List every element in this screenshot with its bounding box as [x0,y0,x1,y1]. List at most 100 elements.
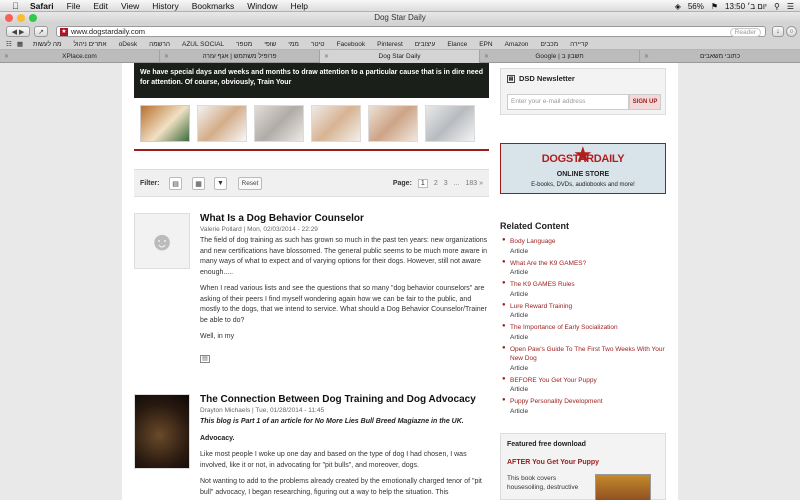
menu-bookmarks[interactable]: Bookmarks [192,1,235,11]
flag-icon[interactable]: ⚑ [711,2,718,11]
related-link[interactable]: Puppy Personality Development [510,397,666,407]
bookmark-button[interactable]: ○ [786,26,797,37]
related-kind: Article [510,364,529,372]
book-cover-image[interactable] [595,474,651,500]
related-link[interactable]: BEFORE You Get Your Puppy [510,376,666,386]
image-filter-icon[interactable]: ▤ [169,177,182,190]
bookmark-item[interactable]: oDesk [119,41,137,48]
online-store-banner[interactable]: DOGSTARDAILY ★ ONLINE STORE E-books, DVD… [500,143,666,194]
thumbnail-dog[interactable] [254,105,304,142]
newsletter-title: ▤ DSD Newsletter [507,74,575,83]
bullet-icon: ● [502,397,506,403]
article-paragraph: Well, in my [200,333,235,340]
list-icon[interactable]: ☰ [787,2,794,11]
menu-file[interactable]: File [67,1,81,11]
hero-banner[interactable]: We have special days and weeks and month… [134,63,489,98]
page-2[interactable]: 2 [434,180,438,187]
thumbnail-dog[interactable] [425,105,475,142]
audio-filter-icon[interactable]: ▼ [214,177,227,190]
bookmark-item[interactable]: Facebook [337,41,366,48]
tab-dogstardaily[interactable]: ✕ Dog Star Daily [320,50,480,63]
image-type-icon: ▤ [200,354,210,363]
reset-button[interactable]: Reset [238,177,262,190]
related-link[interactable]: What Are the K9 GAMES? [510,259,666,269]
related-link[interactable]: The Importance of Early Socialization [510,323,666,333]
related-link[interactable]: Body Language [510,237,666,247]
thumbnail-dog[interactable] [197,105,247,142]
forward-icon[interactable]: ▶ [19,28,24,36]
related-link[interactable]: The K9 GAMES Rules [510,280,666,290]
wifi-icon[interactable]: ◈ [675,2,681,11]
menu-view[interactable]: View [121,1,139,11]
thumbnail-strip [134,99,489,151]
bookmark-item[interactable]: מטפר [236,41,252,48]
featured-title[interactable]: AFTER You Get Your Puppy [507,459,599,466]
back-forward-buttons[interactable]: ◀ ▶ [6,26,30,37]
tab-profile[interactable]: ✕ פרופיל משתמש | אגף עזרה [160,50,320,63]
bookmark-item[interactable]: Amazon [505,41,529,48]
bookmark-item[interactable]: טיטר [311,41,325,48]
newsletter-box: ▤ DSD Newsletter Enter your e-mail addre… [500,68,666,115]
back-icon[interactable]: ◀ [12,28,17,36]
spotlight-icon[interactable]: ⚲ [774,2,780,11]
bookmark-grid-icon[interactable]: ▦ [17,40,23,48]
bookmark-item[interactable]: מה לעשות [33,41,61,48]
page-3[interactable]: 3 [444,180,448,187]
downloads-button[interactable]: ↓ [772,26,784,37]
related-item: ● The Importance of Early Socialization Ar… [500,323,666,342]
article-paragraph: The field of dog training as such has gr… [200,237,488,276]
related-title: Related Content [500,221,570,231]
related-link[interactable]: Lure Reward Training [510,302,666,312]
page-1[interactable]: 1 [417,179,428,188]
battery-percent[interactable]: 56% [688,2,704,11]
menu-edit[interactable]: Edit [93,1,108,11]
bookmark-item[interactable]: ממי [288,41,299,48]
thumbnail-dog[interactable] [140,105,190,142]
address-bar[interactable]: ★ www.dogstardaily.com Reader [56,26,766,37]
pagination: Page: 1 2 3 ... 183 » [393,179,483,188]
email-input[interactable]: Enter your e-mail address [507,94,629,110]
bookmark-item[interactable]: AZUL SOCIAL [182,41,224,48]
menu-history[interactable]: History [152,1,178,11]
related-link[interactable]: Open Paw's Guide To The First Two Weeks … [510,345,666,364]
tab-close-icon[interactable]: ✕ [644,53,649,60]
apple-icon[interactable]:  [12,1,22,11]
related-kind: Article [510,333,529,341]
tab-close-icon[interactable]: ✕ [324,53,329,60]
article-title[interactable]: What Is a Dog Behavior Counselor [200,213,489,224]
bookmark-item[interactable]: אתרים ניהול [73,41,106,48]
tab-close-icon[interactable]: ✕ [164,53,169,60]
menu-safari[interactable]: Safari [30,1,54,11]
page-last[interactable]: 183 » [465,180,483,187]
bookmark-item[interactable]: Pinterest [377,41,403,48]
tab-bar: ✕ XPlace.com ✕ פרופיל משתמש | אגף עזרה ✕ Do… [0,50,800,63]
thumbnail-dog[interactable] [368,105,418,142]
thumbnail-dog[interactable] [311,105,361,142]
bookmark-item[interactable]: EPN [479,41,492,48]
bookmark-item[interactable]: שופי [264,41,276,48]
share-button[interactable]: ↗ [34,26,48,37]
tab-close-icon[interactable]: ✕ [4,53,9,60]
bookmark-item[interactable]: Elance [447,41,467,48]
web-page: We have special days and weeks and month… [0,63,800,500]
tab-xplace[interactable]: ✕ XPlace.com [0,50,160,63]
bookmarks-list-icon[interactable]: ☷ [6,40,12,48]
tab-google[interactable]: ✕ Google | חשבון ב [480,50,640,63]
bookmark-item[interactable]: הרשמה [149,41,170,48]
article-meta: Drayton Michaels | Tue, 01/28/2014 - 11:… [200,407,325,414]
tab-close-icon[interactable]: ✕ [484,53,489,60]
article-dog-photo[interactable] [134,394,190,469]
sign-up-button[interactable]: SIGN UP [629,94,661,110]
bookmark-item[interactable]: עיצובים [415,41,436,48]
paw-placeholder-icon[interactable]: ☻ [134,213,190,269]
address-url[interactable]: www.dogstardaily.com [71,27,145,36]
article-title[interactable]: The Connection Between Dog Training and … [200,394,489,405]
tab-resources[interactable]: ✕ כתובי משאבים [640,50,800,63]
clock[interactable]: יום ב׳ 13:50 [725,2,767,11]
reader-button[interactable]: Reader [729,28,761,37]
menu-help[interactable]: Help [290,1,307,11]
menu-window[interactable]: Window [247,1,277,11]
bookmark-item[interactable]: מכבים [540,41,558,48]
video-filter-icon[interactable]: ▦ [192,177,205,190]
bookmark-item[interactable]: קריירה [570,41,588,48]
